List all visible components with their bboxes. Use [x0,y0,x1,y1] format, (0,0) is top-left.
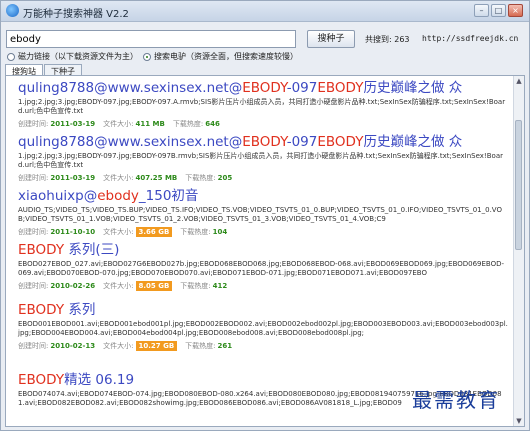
option-magnet[interactable]: 磁力链接（以下载资源文件为主） [7,51,138,62]
title-highlight: EBODY [18,302,65,318]
title-highlight: EBODY [317,134,364,150]
result-meta: 创建时间: 2010-02-13 文件大小: 10.27 GB 下载热度: 261 [18,341,508,351]
title-highlight: EBODY [18,242,65,258]
heat-label: 下载热度: [180,228,211,236]
created-date: 2011-10-10 [50,228,96,236]
title-text: 系列 [64,302,96,318]
download-heat: 646 [205,120,220,128]
result-meta: 创建时间: 2010-02-26 文件大小: 8.05 GB 下载热度: 412 [18,281,508,291]
title-highlight: EBODY [242,80,287,96]
heat-label: 下载热度: [180,282,211,290]
created-label: 创建时间: [18,174,49,182]
title-text: xiaohuixp@ [18,188,98,204]
title-highlight: EBODY [242,134,287,150]
window-controls: – □ × [474,4,523,17]
search-button[interactable]: 搜种子 [307,30,355,48]
result-title[interactable]: EBODY 系列 [18,298,508,318]
result-title[interactable]: xiaohuixp@ebody_150初音 [18,184,508,204]
results-scrollbar[interactable]: ▲ ▼ [513,76,524,426]
scroll-down-icon[interactable]: ▼ [514,416,524,426]
download-heat: 412 [212,282,228,290]
result-title[interactable]: EBODY 系列(三) [18,238,508,258]
maximize-button[interactable]: □ [491,4,506,17]
result-count: 共搜到: 263 [365,35,410,44]
result-meta: 创建时间: 2011-03-19 文件大小: 411 MB 下载热度: 646 [18,119,508,129]
close-button[interactable]: × [508,4,523,17]
radio-magnet[interactable] [7,52,15,61]
minimize-button[interactable]: – [474,4,489,17]
option-magnet-label: 磁力链接（以下载资源文件为主） [18,52,138,61]
created-label: 创建时间: [18,282,49,290]
file-size: 10.27 GB [135,341,178,351]
title-text: -097 [286,80,318,96]
result-item[interactable]: EBODY 系列(三) EBOD027EBOD_027.avi;EBOD027G6… [18,238,508,291]
result-file-list: 1.jpg;2.jpg;3.jpg;EBODY-097.jpg;EBODY-09… [18,152,503,169]
site-url: http://ssdfreejdk.cn [422,34,519,43]
created-label: 创建时间: [18,228,49,236]
result-item[interactable]: quling8788@www.sexinsex.net@EBODY-097EBO… [18,76,508,129]
size-label: 文件大小: [103,120,134,128]
download-heat: 261 [217,342,233,350]
title-text: _150初音 [138,188,199,204]
title-text: quling8788@www.sexinsex.net@ [18,80,243,96]
title-highlight: ebody [97,188,139,204]
created-date: 2011-03-19 [50,174,96,182]
result-file-list: EBOD001EBOD001.avi;EBOD001ebod001pl.jpg;… [18,320,508,337]
result-file-list: 1.jpg;2.jpg;3.jpg;EBODY-097.jpg;EBODY-09… [18,98,506,115]
heat-label: 下载热度: [185,174,216,182]
result-title[interactable]: quling8788@www.sexinsex.net@EBODY-097EBO… [18,130,508,150]
title-highlight: EBODY [18,372,65,388]
download-heat: 104 [212,228,228,236]
scroll-thumb[interactable] [515,120,522,250]
scroll-up-icon[interactable]: ▲ [514,76,524,86]
size-label: 文件大小: [103,228,134,236]
title-text: 历史巅峰之做 众 [363,134,463,150]
title-bar: 万能种子搜索神器 V2.2 – □ × [1,1,529,22]
window-title: 万能种子搜索神器 V2.2 [23,9,129,20]
created-date: 2010-02-26 [50,282,96,290]
title-text: 历史巅峰之做 众 [363,80,463,96]
result-file-list: AUDIO_TS;VIDEO_TS;VIDEO_TS.BUP;VIDEO_TS.… [18,206,502,223]
title-highlight: EBODY [317,80,364,96]
file-size: 3.66 GB [135,227,173,237]
created-label: 创建时间: [18,120,49,128]
title-text: quling8788@www.sexinsex.net@ [18,134,243,150]
watermark-text: 最需教育 [412,388,500,412]
download-heat: 205 [217,174,233,182]
option-emule[interactable]: 搜索电驴（资源全面，但搜索速度较慢） [143,51,298,62]
title-text: -097 [286,134,318,150]
size-label: 文件大小: [103,282,134,290]
result-item[interactable]: xiaohuixp@ebody_150初音 AUDIO_TS;VIDEO_TS;V… [18,184,508,237]
file-size: 8.05 GB [135,281,173,291]
result-meta: 创建时间: 2011-03-19 文件大小: 407.25 MB 下载热度: 205 [18,173,508,183]
created-date: 2011-03-19 [50,120,96,128]
heat-label: 下载热度: [172,120,204,128]
result-item[interactable]: quling8788@www.sexinsex.net@EBODY-097EBO… [18,130,508,183]
search-input[interactable]: ebody [6,30,296,48]
radio-emule[interactable] [143,52,151,61]
title-text: 精选 06.19 [64,372,135,388]
created-label: 创建时间: [18,342,49,350]
result-title[interactable]: quling8788@www.sexinsex.net@EBODY-097EBO… [18,76,508,96]
option-emule-label: 搜索电驴（资源全面，但搜索速度较慢） [154,52,298,61]
size-label: 文件大小: [103,342,134,350]
app-window: 万能种子搜索神器 V2.2 – □ × ebody 搜种子 共搜到: 263 h… [0,0,530,431]
created-date: 2010-02-13 [50,342,96,350]
file-size: 407.25 MB [135,174,178,182]
result-item[interactable]: EBODY 系列 EBOD001EBOD001.avi;EBOD001ebod00… [18,298,508,351]
app-icon [6,4,19,17]
results-panel: quling8788@www.sexinsex.net@EBODY-097EBO… [5,75,525,427]
result-file-list: EBOD027EBOD_027.avi;EBOD027G6EBOD027b.jp… [18,260,505,277]
result-meta: 创建时间: 2011-10-10 文件大小: 3.66 GB 下载热度: 104 [18,227,508,237]
file-size: 411 MB [135,120,165,128]
heat-label: 下载热度: [185,342,216,350]
title-text: 系列(三) [64,242,120,258]
size-label: 文件大小: [103,174,134,182]
